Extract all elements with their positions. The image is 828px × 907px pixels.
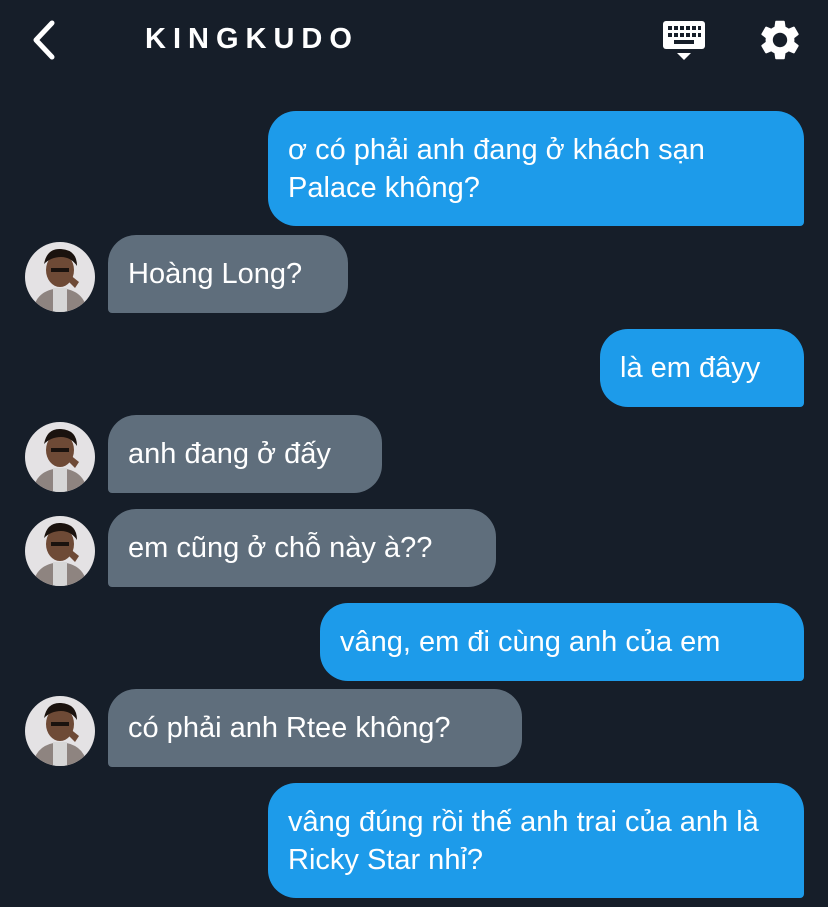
avatar-photo bbox=[25, 242, 95, 312]
message-text: ơ có phải anh đang ở khách sạn Palace kh… bbox=[288, 133, 705, 204]
message-incoming[interactable]: em cũng ở chỗ này à?? bbox=[108, 509, 496, 587]
message-incoming[interactable]: anh đang ở đấy bbox=[108, 415, 382, 493]
message-outgoing[interactable]: là em đâyy bbox=[600, 329, 804, 407]
contact-avatar[interactable] bbox=[25, 516, 95, 586]
message-text: em cũng ở chỗ này à?? bbox=[128, 532, 433, 564]
contact-avatar[interactable] bbox=[25, 696, 95, 766]
message-incoming[interactable]: Hoàng Long? bbox=[108, 235, 348, 313]
chat-title: KINGKUDO bbox=[145, 23, 359, 55]
message-text: Hoàng Long? bbox=[128, 258, 303, 290]
avatar-photo bbox=[25, 696, 95, 766]
message-text: có phải anh Rtee không? bbox=[128, 712, 451, 744]
settings-button[interactable] bbox=[756, 16, 804, 64]
message-incoming[interactable]: có phải anh Rtee không? bbox=[108, 689, 522, 767]
avatar-photo bbox=[25, 422, 95, 492]
avatar-photo bbox=[25, 516, 95, 586]
message-text: là em đâyy bbox=[620, 352, 761, 384]
keyboard-icon bbox=[663, 21, 705, 60]
contact-avatar[interactable] bbox=[25, 422, 95, 492]
message-outgoing[interactable]: vâng đúng rồi thế anh trai của anh là Ri… bbox=[268, 783, 804, 898]
chevron-left-icon bbox=[33, 20, 55, 60]
back-button[interactable] bbox=[26, 18, 66, 62]
keyboard-button[interactable] bbox=[660, 18, 708, 64]
message-outgoing[interactable]: ơ có phải anh đang ở khách sạn Palace kh… bbox=[268, 111, 804, 226]
gear-icon bbox=[761, 20, 799, 60]
message-text: vâng, em đi cùng anh của em bbox=[340, 626, 721, 658]
contact-avatar[interactable] bbox=[25, 242, 95, 312]
message-text: anh đang ở đấy bbox=[128, 438, 331, 470]
chat-header: KINGKUDO bbox=[0, 0, 828, 82]
message-text: vâng đúng rồi thế anh trai của anh là Ri… bbox=[288, 805, 759, 876]
message-outgoing[interactable]: vâng, em đi cùng anh của em bbox=[320, 603, 804, 681]
